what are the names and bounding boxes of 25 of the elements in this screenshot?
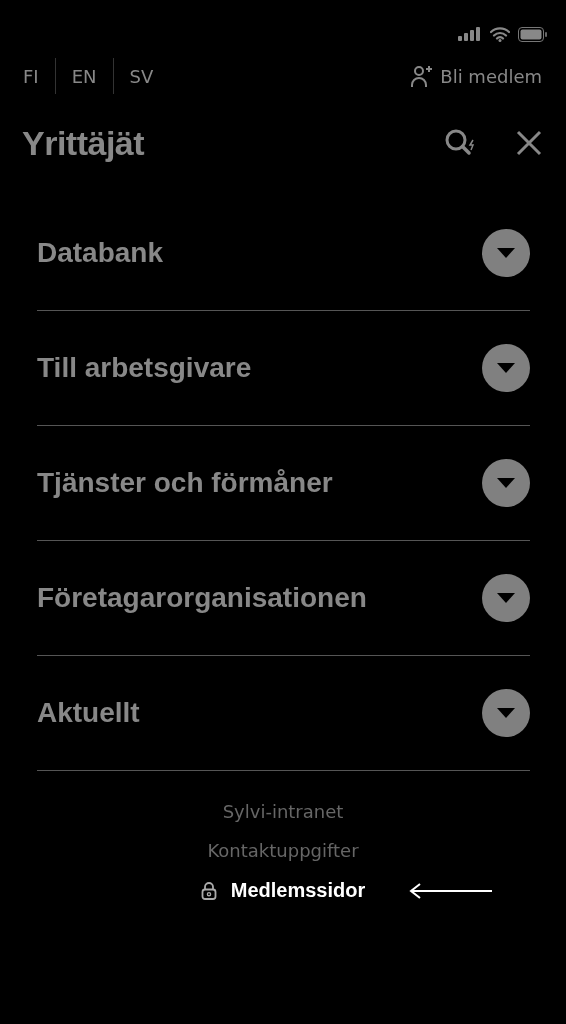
footer-link[interactable]: Medlemssidor bbox=[200, 879, 366, 902]
site-logo[interactable]: Yrittäjät bbox=[22, 123, 145, 163]
lock-icon bbox=[200, 881, 217, 900]
language-link[interactable]: SV bbox=[129, 65, 154, 87]
expand-icon[interactable] bbox=[482, 229, 530, 277]
menu-item[interactable]: Aktuellt bbox=[37, 656, 530, 771]
expand-icon[interactable] bbox=[482, 344, 530, 392]
menu-item[interactable]: Till arbetsgivare bbox=[37, 311, 530, 426]
footer-link[interactable]: Sylvi-intranet bbox=[222, 801, 344, 822]
battery-icon bbox=[518, 26, 548, 42]
close-icon bbox=[516, 130, 542, 156]
close-button[interactable] bbox=[516, 130, 542, 156]
add-user-icon bbox=[410, 64, 435, 88]
menu-item[interactable]: Databank bbox=[37, 196, 530, 311]
language-link[interactable]: FI bbox=[23, 65, 39, 87]
menu-item[interactable]: Företagarorganisationen bbox=[37, 541, 530, 656]
expand-icon[interactable] bbox=[482, 689, 530, 737]
language-link[interactable]: EN bbox=[71, 65, 97, 87]
join-link[interactable]: Bli medlem bbox=[410, 64, 542, 88]
expand-icon[interactable] bbox=[482, 459, 530, 507]
expand-icon[interactable] bbox=[482, 574, 530, 622]
menu-item[interactable]: Tjänster och förmåner bbox=[37, 426, 530, 541]
footer-link[interactable]: Kontaktuppgifter bbox=[207, 840, 359, 861]
wifi-icon bbox=[490, 26, 510, 42]
signal-icon bbox=[458, 27, 482, 41]
